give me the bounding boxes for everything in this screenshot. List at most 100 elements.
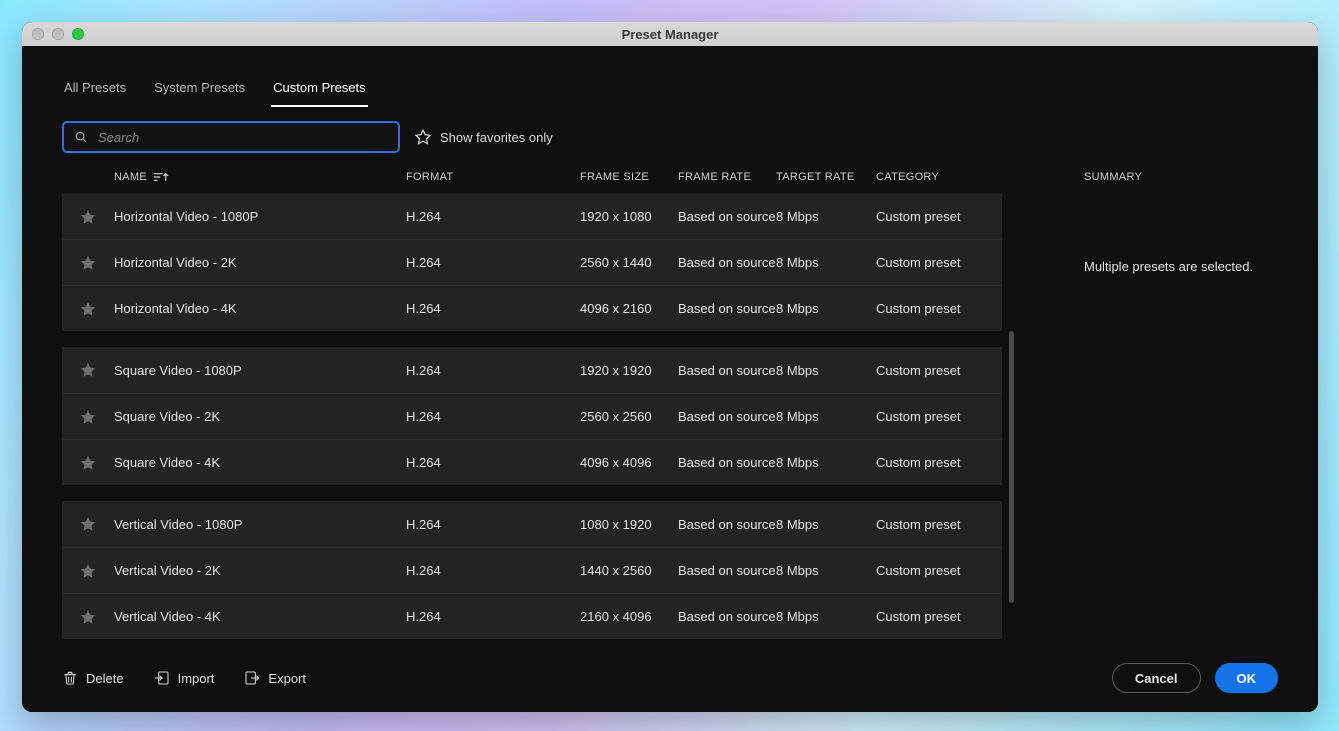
- export-icon: [244, 670, 260, 686]
- cell-frame-rate: Based on source: [678, 301, 776, 316]
- search-field[interactable]: [62, 121, 400, 153]
- cell-frame-size: 1080 x 1920: [580, 517, 678, 532]
- cell-frame-size: 4096 x 2160: [580, 301, 678, 316]
- column-frame-rate[interactable]: FRAME RATE: [678, 171, 776, 183]
- preset-table: NAME FORMAT FRAME SIZE FRAME RATE TARGET…: [62, 171, 1002, 650]
- cell-category: Custom preset: [876, 301, 1002, 316]
- table-row[interactable]: Horizontal Video - 4KH.2644096 x 2160Bas…: [62, 285, 1002, 331]
- cell-target-rate: 8 Mbps: [776, 255, 876, 270]
- cell-frame-rate: Based on source: [678, 363, 776, 378]
- tab-all-presets[interactable]: All Presets: [62, 80, 128, 107]
- cell-frame-rate: Based on source: [678, 409, 776, 424]
- table-header: NAME FORMAT FRAME SIZE FRAME RATE TARGET…: [62, 171, 1002, 193]
- favorite-star-icon[interactable]: [62, 608, 114, 626]
- footer-actions-left: Delete Import Export: [62, 670, 306, 686]
- cell-frame-rate: Based on source: [678, 517, 776, 532]
- delete-label: Delete: [86, 671, 124, 686]
- cell-target-rate: 8 Mbps: [776, 609, 876, 624]
- favorite-star-icon[interactable]: [62, 208, 114, 226]
- table-row[interactable]: Vertical Video - 4KH.2642160 x 4096Based…: [62, 593, 1002, 639]
- import-icon: [154, 670, 170, 686]
- export-button[interactable]: Export: [244, 670, 306, 686]
- sort-ascending-icon: [153, 171, 169, 183]
- cell-name: Square Video - 1080P: [114, 363, 406, 378]
- table-row[interactable]: Vertical Video - 1080PH.2641080 x 1920Ba…: [62, 501, 1002, 547]
- column-category[interactable]: CATEGORY: [876, 171, 1002, 183]
- table-row[interactable]: Horizontal Video - 1080PH.2641920 x 1080…: [62, 193, 1002, 239]
- content-area: All Presets System Presets Custom Preset…: [22, 46, 1318, 712]
- star-outline-icon: [414, 128, 432, 146]
- cell-frame-rate: Based on source: [678, 255, 776, 270]
- cell-name: Vertical Video - 4K: [114, 609, 406, 624]
- table-body: Horizontal Video - 1080PH.2641920 x 1080…: [62, 193, 1002, 639]
- ok-button[interactable]: OK: [1215, 663, 1279, 693]
- column-frame-size[interactable]: FRAME SIZE: [580, 171, 678, 183]
- delete-button[interactable]: Delete: [62, 670, 124, 686]
- table-row[interactable]: Square Video - 4KH.2644096 x 4096Based o…: [62, 439, 1002, 485]
- search-input[interactable]: [98, 130, 388, 145]
- favorite-star-icon[interactable]: [62, 454, 114, 472]
- favorite-star-icon[interactable]: [62, 254, 114, 272]
- cell-name: Horizontal Video - 4K: [114, 301, 406, 316]
- cell-frame-size: 2160 x 4096: [580, 609, 678, 624]
- vertical-scrollbar[interactable]: [1009, 331, 1014, 603]
- tab-custom-presets[interactable]: Custom Presets: [271, 80, 367, 107]
- cell-name: Horizontal Video - 2K: [114, 255, 406, 270]
- cell-category: Custom preset: [876, 563, 1002, 578]
- cell-target-rate: 8 Mbps: [776, 209, 876, 224]
- cell-format: H.264: [406, 209, 580, 224]
- main-area: NAME FORMAT FRAME SIZE FRAME RATE TARGET…: [22, 153, 1318, 650]
- cancel-button[interactable]: Cancel: [1112, 663, 1201, 693]
- cell-frame-rate: Based on source: [678, 609, 776, 624]
- cell-format: H.264: [406, 517, 580, 532]
- cell-target-rate: 8 Mbps: [776, 517, 876, 532]
- cell-frame-size: 4096 x 4096: [580, 455, 678, 470]
- cell-frame-size: 1440 x 2560: [580, 563, 678, 578]
- cell-category: Custom preset: [876, 363, 1002, 378]
- column-name[interactable]: NAME: [114, 171, 406, 183]
- favorite-star-icon[interactable]: [62, 361, 114, 379]
- show-favorites-label: Show favorites only: [440, 130, 553, 145]
- cell-frame-rate: Based on source: [678, 563, 776, 578]
- cell-name: Square Video - 2K: [114, 409, 406, 424]
- column-target-rate[interactable]: TARGET RATE: [776, 171, 876, 183]
- favorite-star-icon[interactable]: [62, 408, 114, 426]
- favorite-star-icon[interactable]: [62, 562, 114, 580]
- cell-name: Vertical Video - 1080P: [114, 517, 406, 532]
- cell-format: H.264: [406, 609, 580, 624]
- table-row[interactable]: Square Video - 2KH.2642560 x 2560Based o…: [62, 393, 1002, 439]
- cell-name: Horizontal Video - 1080P: [114, 209, 406, 224]
- table-row[interactable]: Horizontal Video - 2KH.2642560 x 1440Bas…: [62, 239, 1002, 285]
- cell-target-rate: 8 Mbps: [776, 455, 876, 470]
- summary-text: Multiple presets are selected.: [1084, 259, 1278, 274]
- footer: Delete Import Export Cancel OK: [22, 650, 1318, 712]
- import-button[interactable]: Import: [154, 670, 215, 686]
- table-row[interactable]: Square Video - 1080PH.2641920 x 1920Base…: [62, 347, 1002, 393]
- cell-category: Custom preset: [876, 409, 1002, 424]
- table-row[interactable]: Vertical Video - 2KH.2641440 x 2560Based…: [62, 547, 1002, 593]
- cell-format: H.264: [406, 255, 580, 270]
- cell-name: Vertical Video - 2K: [114, 563, 406, 578]
- toolbar: Show favorites only: [22, 107, 1318, 153]
- cell-format: H.264: [406, 363, 580, 378]
- tab-system-presets[interactable]: System Presets: [152, 80, 247, 107]
- cell-category: Custom preset: [876, 455, 1002, 470]
- cell-format: H.264: [406, 563, 580, 578]
- favorite-star-icon[interactable]: [62, 515, 114, 533]
- cell-format: H.264: [406, 455, 580, 470]
- trash-icon: [62, 670, 78, 686]
- export-label: Export: [268, 671, 306, 686]
- cell-category: Custom preset: [876, 255, 1002, 270]
- footer-actions-right: Cancel OK: [1112, 663, 1278, 693]
- cell-category: Custom preset: [876, 209, 1002, 224]
- column-format[interactable]: FORMAT: [406, 171, 580, 183]
- cell-frame-size: 2560 x 1440: [580, 255, 678, 270]
- cell-frame-size: 1920 x 1920: [580, 363, 678, 378]
- cell-name: Square Video - 4K: [114, 455, 406, 470]
- column-summary: SUMMARY: [1084, 171, 1278, 183]
- show-favorites-toggle[interactable]: Show favorites only: [414, 128, 553, 146]
- cell-target-rate: 8 Mbps: [776, 563, 876, 578]
- favorite-star-icon[interactable]: [62, 300, 114, 318]
- cell-format: H.264: [406, 301, 580, 316]
- cell-format: H.264: [406, 409, 580, 424]
